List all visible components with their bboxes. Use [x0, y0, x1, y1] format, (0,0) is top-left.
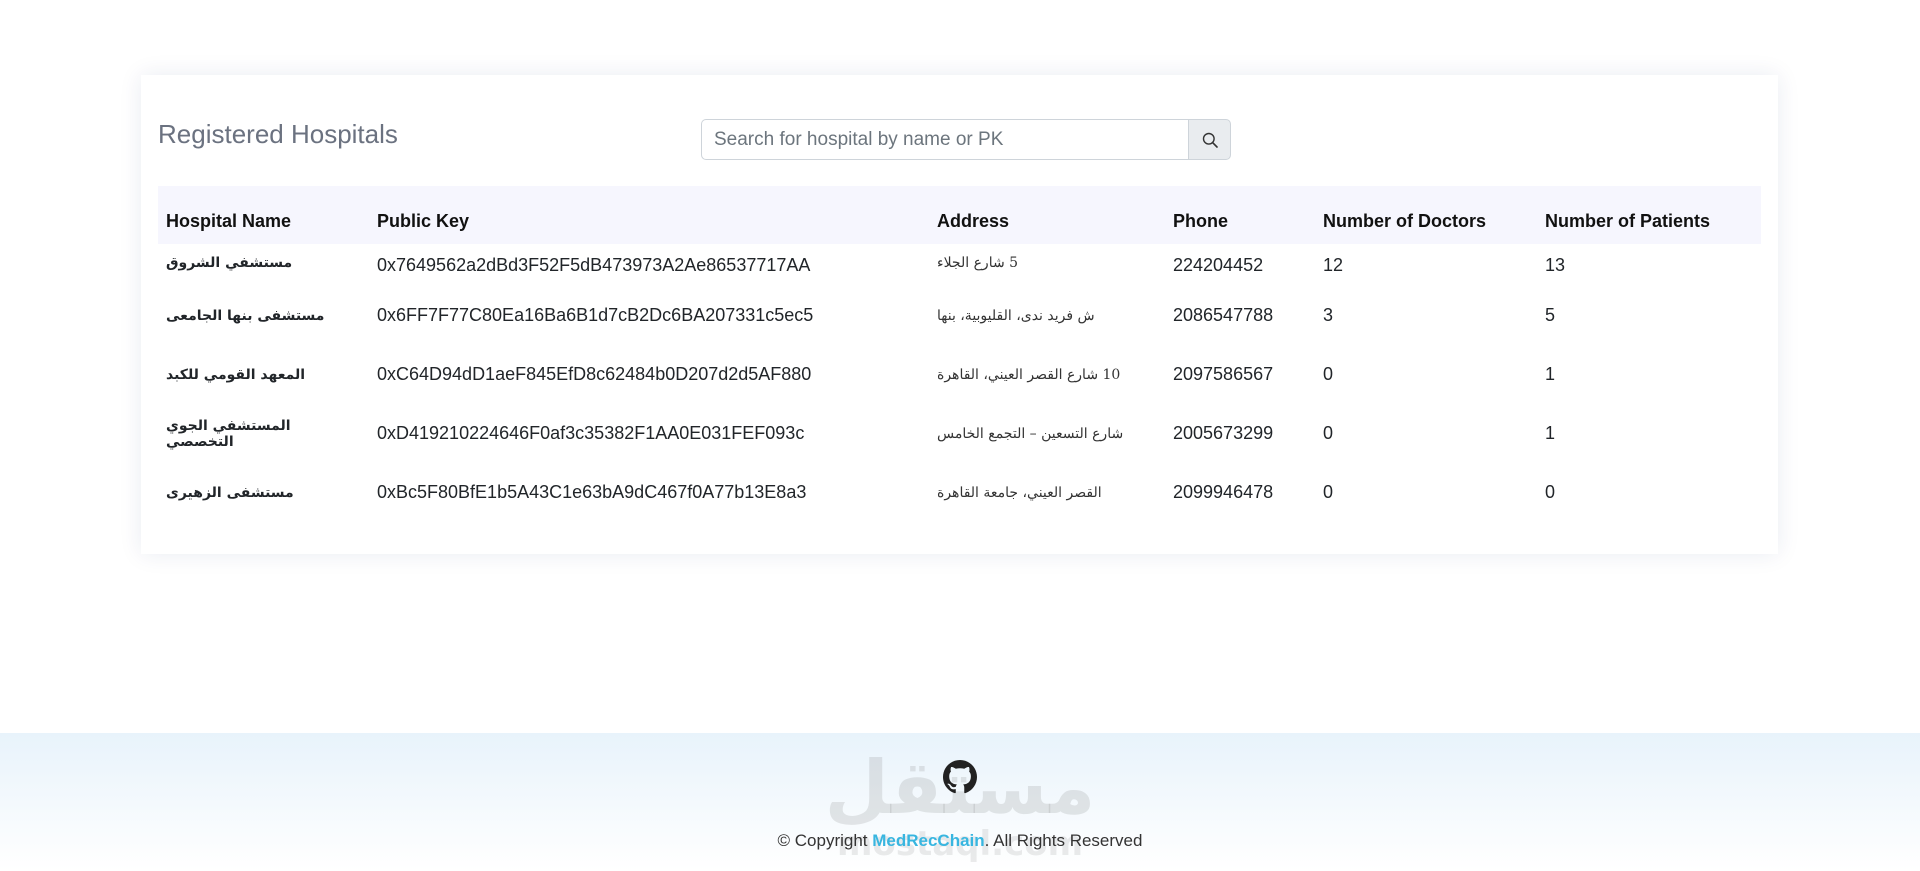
search-input[interactable] — [701, 119, 1188, 160]
page-title: Registered Hospitals — [158, 119, 398, 149]
address: ش فريد ندى، القليوبية، بنها — [937, 307, 1095, 324]
brand-name: MedRecChain — [872, 831, 985, 850]
phone: 2099946478 — [1173, 482, 1274, 502]
address: شارع التسعين – التجمع الخامس — [937, 425, 1124, 442]
col-phone: Phone — [1173, 210, 1229, 231]
hospital-name: المستشفي الجوي التخصصي — [166, 417, 291, 450]
table-header: Hospital Name Public Key Address Phone N… — [158, 186, 1761, 244]
hospitals-card: Registered Hospitals Hospital Name Publi… — [141, 75, 1778, 554]
table-row: مستشفى الزهيرى 0xBc5F80BfE1b5A43C1e63bA9… — [158, 463, 1761, 522]
table-row: المستشفي الجوي التخصصي 0xD419210224646F0… — [158, 404, 1761, 463]
patients-count: 1 — [1545, 364, 1556, 384]
public-key: 0xC64D94dD1aeF845EfD8c62484b0D207d2d5AF8… — [377, 364, 812, 384]
table-row: المعهد القومي للكبد 0xC64D94dD1aeF845EfD… — [158, 345, 1761, 404]
doctors-count: 0 — [1323, 482, 1334, 502]
patients-count: 13 — [1545, 255, 1566, 275]
table-header-row: Hospital Name Public Key Address Phone N… — [158, 186, 1761, 244]
card-header: Registered Hospitals — [158, 75, 1761, 186]
doctors-count: 0 — [1323, 423, 1334, 443]
phone: 2005673299 — [1173, 423, 1274, 443]
col-public-key: Public Key — [377, 210, 470, 231]
hospitals-table: Hospital Name Public Key Address Phone N… — [158, 186, 1761, 522]
hospital-name: مستشفى بنها الجامعى — [166, 307, 325, 324]
table-row: مستشفى بنها الجامعى 0x6FF7F77C80Ea16Ba6B… — [158, 286, 1761, 345]
public-key: 0xD419210224646F0af3c35382F1AA0E031FEF09… — [377, 423, 805, 443]
hospital-name: المعهد القومي للكبد — [166, 366, 306, 383]
github-icon — [943, 760, 977, 794]
hospital-name: مستشفي الشروق — [166, 255, 293, 271]
github-link[interactable] — [943, 760, 977, 794]
hospital-name: مستشفى الزهيرى — [166, 484, 294, 501]
copyright-suffix: . All Rights Reserved — [984, 831, 1143, 850]
patients-count: 5 — [1545, 305, 1556, 325]
copyright-prefix: © Copyright — [777, 831, 873, 850]
address: 10 شارع القصر العيني، القاهرة — [937, 366, 1121, 383]
col-hospital-name: Hospital Name — [166, 210, 292, 231]
table-body: مستشفي الشروق 0x7649562a2dBd3F52F5dB4739… — [158, 244, 1761, 522]
search-icon — [1202, 132, 1218, 148]
search-group — [701, 119, 1231, 160]
col-doctors: Number of Doctors — [1323, 210, 1487, 231]
footer: مستقل mostaql.com © Copyright MedRecChai… — [0, 733, 1920, 871]
phone: 2097586567 — [1173, 364, 1274, 384]
doctors-count: 3 — [1323, 305, 1334, 325]
address: 5 شارع الجلاء — [937, 255, 1019, 271]
search-button[interactable] — [1188, 119, 1231, 160]
address: القصر العيني، جامعة القاهرة — [937, 484, 1102, 501]
table-row: مستشفي الشروق 0x7649562a2dBd3F52F5dB4739… — [158, 244, 1761, 286]
doctors-count: 12 — [1323, 255, 1344, 275]
public-key: 0x7649562a2dBd3F52F5dB473973A2Ae86537717… — [377, 255, 811, 275]
phone: 224204452 — [1173, 255, 1264, 275]
col-address: Address — [937, 210, 1010, 231]
public-key: 0xBc5F80BfE1b5A43C1e63bA9dC467f0A77b13E8… — [377, 482, 807, 502]
col-patients: Number of Patients — [1545, 210, 1711, 231]
copyright: © Copyright MedRecChain. All Rights Rese… — [0, 831, 1920, 851]
phone: 2086547788 — [1173, 305, 1274, 325]
patients-count: 0 — [1545, 482, 1556, 502]
public-key: 0x6FF7F77C80Ea16Ba6B1d7cB2Dc6BA207331c5e… — [377, 305, 814, 325]
patients-count: 1 — [1545, 423, 1556, 443]
doctors-count: 0 — [1323, 364, 1334, 384]
